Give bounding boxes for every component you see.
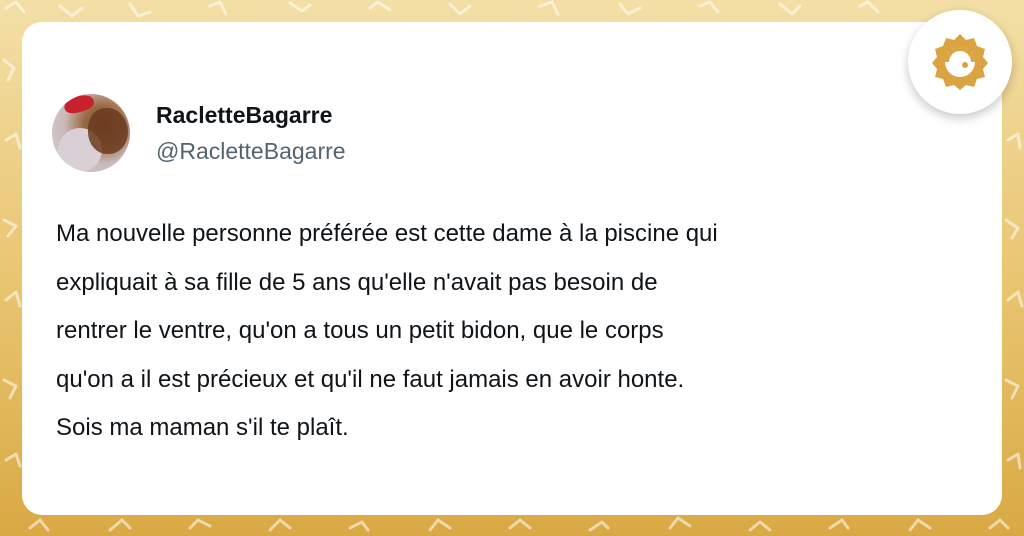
tweet-card: RacletteBagarre @RacletteBagarre Ma nouv…	[22, 22, 1002, 515]
display-name[interactable]: RacletteBagarre	[156, 102, 332, 129]
user-handle[interactable]: @RacletteBagarre	[156, 138, 346, 165]
tweet-text-line: rentrer le ventre, qu'on a tous un petit…	[56, 317, 664, 344]
tweet-text: Ma nouvelle personne préférée est cette …	[56, 210, 986, 453]
user-avatar[interactable]	[52, 94, 130, 172]
tweet-text-line: Sois ma maman s'il te plaît.	[56, 414, 349, 441]
site-logo-icon	[932, 34, 988, 90]
tweet-text-line: qu'on a il est précieux et qu'il ne faut…	[56, 365, 685, 393]
site-logo-badge[interactable]	[908, 10, 1012, 114]
tweet-text-line: Ma nouvelle personne préférée est cette …	[56, 220, 718, 247]
tweet-text-line: expliquait à sa fille de 5 ans qu'elle n…	[56, 268, 658, 296]
